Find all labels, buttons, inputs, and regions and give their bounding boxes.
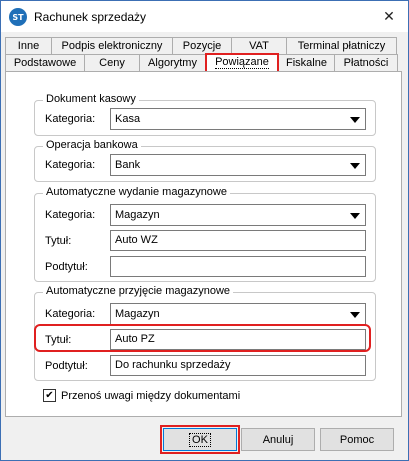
tab-label: Pozycje [182, 40, 222, 52]
tab-fiskalne[interactable]: Fiskalne [278, 54, 335, 71]
app-logo-icon: ST [9, 8, 27, 26]
tab-label: Algorytmy [148, 57, 197, 69]
subtitle-label: Podtytuł: [45, 261, 88, 273]
help-button[interactable]: Pomoc [320, 428, 394, 451]
subtitle-label: Podtytuł: [45, 360, 88, 372]
dropdown-arrow-icon [350, 312, 360, 318]
highlight-ok-button [160, 425, 240, 454]
category-label: Kategoria: [45, 159, 96, 171]
group-auto-issue: Automatyczne wydanie magazynowe Kategori… [34, 186, 376, 282]
highlight-receipt-title-row [34, 324, 371, 352]
receipt-category-select[interactable]: Magazyn [110, 303, 366, 325]
dropdown-arrow-icon [350, 213, 360, 219]
tab-label: Powiązane [215, 56, 269, 69]
select-value: Kasa [115, 113, 141, 125]
select-value: Bank [115, 159, 141, 171]
issue-title-input[interactable]: Auto WZ [110, 230, 366, 251]
transfer-notes-checkbox[interactable]: ✔ [43, 389, 56, 402]
tab-label: Inne [17, 40, 40, 52]
group-bank-operation: Operacja bankowa Kategoria: Bank [34, 139, 376, 182]
title-bar[interactable]: ST Rachunek sprzedaży ✕ [1, 1, 408, 32]
tab-platnosci[interactable]: Płatności [334, 54, 398, 71]
group-title: Operacja bankowa [43, 139, 141, 152]
tab-inne[interactable]: Inne [5, 37, 52, 54]
close-icon[interactable]: ✕ [380, 8, 398, 26]
issue-category-select[interactable]: Magazyn [110, 204, 366, 226]
tab-podpis-elektroniczny[interactable]: Podpis elektroniczny [51, 37, 173, 54]
tab-algorytmy[interactable]: Algorytmy [139, 54, 206, 71]
tab-label: Terminal płatniczy [297, 40, 386, 52]
tab-label: Podpis elektroniczny [61, 40, 163, 52]
tab-row-front: Podstawowe Ceny Algorytmy Powiązane Fisk… [5, 53, 398, 71]
window-title: Rachunek sprzedaży [34, 10, 147, 24]
tab-label: Podstawowe [13, 57, 77, 69]
dialog-window: ST Rachunek sprzedaży ✕ Inne Podpis elek… [0, 0, 409, 461]
cash-category-select[interactable]: Kasa [110, 108, 366, 130]
select-value: Magazyn [115, 308, 160, 320]
category-label: Kategoria: [45, 113, 96, 125]
group-title: Automatyczne przyjęcie magazynowe [43, 285, 234, 298]
tab-podstawowe[interactable]: Podstawowe [5, 54, 85, 71]
group-title: Automatyczne wydanie magazynowe [43, 186, 230, 199]
issue-subtitle-input[interactable] [110, 256, 366, 277]
bank-category-select[interactable]: Bank [110, 154, 366, 176]
tab-ceny[interactable]: Ceny [84, 54, 140, 71]
category-label: Kategoria: [45, 209, 96, 221]
transfer-notes-checkbox-row[interactable]: ✔ Przenoś uwagi między dokumentami [43, 389, 240, 402]
dropdown-arrow-icon [350, 117, 360, 123]
tab-powiazane[interactable]: Powiązane [205, 53, 279, 71]
tab-label: VAT [249, 40, 269, 52]
group-cash-document: Dokument kasowy Kategoria: Kasa [34, 93, 376, 136]
title-label: Tytuł: [45, 235, 72, 247]
transfer-notes-label: Przenoś uwagi między dokumentami [61, 389, 241, 402]
tab-label: Ceny [99, 57, 125, 69]
cancel-button[interactable]: Anuluj [241, 428, 315, 451]
tab-terminal-platniczy[interactable]: Terminal płatniczy [286, 37, 397, 54]
select-value: Magazyn [115, 209, 160, 221]
dropdown-arrow-icon [350, 163, 360, 169]
receipt-subtitle-input[interactable]: Do rachunku sprzedaży [110, 355, 366, 376]
tab-vat[interactable]: VAT [231, 37, 287, 54]
tab-pozycje[interactable]: Pozycje [172, 37, 232, 54]
category-label: Kategoria: [45, 308, 96, 320]
tab-label: Fiskalne [286, 57, 327, 69]
tab-label: Płatności [343, 57, 389, 69]
group-title: Dokument kasowy [43, 93, 139, 106]
tab-row-back: Inne Podpis elektroniczny Pozycje VAT Te… [5, 37, 397, 54]
